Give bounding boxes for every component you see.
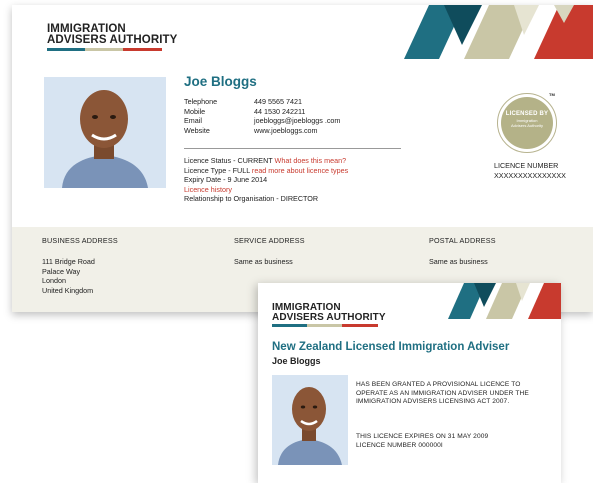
grant-line: HAS BEEN GRANTED A PROVISIONAL LICENCE T… [356, 381, 521, 388]
business-address-line: Palace Way [42, 266, 81, 276]
adviser-photo [44, 77, 166, 188]
licence-type: Licence Type - FULL [184, 165, 250, 175]
mobile-value: 44 1530 242211 [254, 106, 306, 116]
email-link[interactable]: joebloggs@joebloggs .com [254, 116, 340, 126]
business-address-lines: 111 Bridge Road Palace Way London United… [42, 257, 118, 295]
grant-line: IMMIGRATION ADVISERS LICENSING ACT 2007. [356, 398, 510, 406]
iaa-logo: IMMIGRATION ADVISERS AUTHORITY [47, 23, 178, 51]
cert-logo: IMMIGRATION ADVISERS AUTHORITY [272, 303, 386, 327]
cert-decorative-triangles [448, 283, 561, 319]
cert-logo-color-bar [272, 324, 378, 327]
business-address-line: London [42, 276, 66, 286]
grant-line: OPERATE AS AN IMMIGRATION ADVISER UNDER … [356, 389, 529, 397]
email-label: Email [184, 116, 202, 126]
seal-line-1: LICENSED BY [505, 111, 549, 117]
service-address-line: Same as business [234, 257, 293, 266]
contact-row-telephone: Telephone 449 5565 7421 [184, 97, 384, 107]
decorative-triangles [404, 5, 593, 59]
licence-number-block: LICENCE NUMBER XXXXXXXXXXXXXXX [494, 161, 566, 180]
licence-status-link[interactable]: What does this mean? [275, 156, 347, 165]
licensed-seal: LICENSED BY Immigration Advisers Authori… [501, 97, 553, 149]
grant-statement: HAS BEEN GRANTED A PROVISIONAL LICENCE T… [356, 381, 551, 407]
service-address-title: SERVICE ADDRESS [234, 236, 305, 245]
licence-number-label: LICENCE NUMBER [494, 161, 559, 170]
business-address-line: United Kingdom [42, 285, 94, 295]
postal-address-title: POSTAL ADDRESS [429, 236, 496, 245]
licence-status-row: Licence Status - CURRENT What does this … [184, 156, 404, 166]
contact-row-mobile: Mobile 44 1530 242211 [184, 107, 384, 117]
seal-line-3: Advisers Authority [510, 123, 543, 128]
mobile-label: Mobile [184, 106, 206, 116]
divider [184, 148, 401, 149]
contact-row-website: Website www.joebloggs.com [184, 126, 384, 136]
licence-type-link[interactable]: read more about licence types [252, 166, 348, 175]
licence-type-row: Licence Type - FULL read more about lice… [184, 166, 404, 176]
licence-number-value: XXXXXXXXXXXXXXX [494, 170, 566, 180]
contact-row-email: Email joebloggs@joebloggs .com [184, 116, 384, 126]
contact-details: Telephone 449 5565 7421 Mobile 44 1530 2… [184, 97, 384, 135]
certificate-expiry: THIS LICENCE EXPIRES ON 31 MAY 2009 [356, 433, 489, 440]
adviser-profile-card: IMMIGRATION ADVISERS AUTHORITY Joe Blogg… [12, 5, 593, 312]
certificate-number: LICENCE NUMBER 000000I [356, 441, 443, 449]
certificate-photo [272, 375, 348, 465]
adviser-name: Joe Bloggs [184, 74, 257, 89]
website-link[interactable]: www.joebloggs.com [254, 126, 318, 136]
licence-status: Licence Status - CURRENT [184, 156, 273, 165]
logo-line-2: ADVISERS AUTHORITY [47, 34, 178, 46]
relationship: Relationship to Organisation - DIRECTOR [184, 194, 319, 204]
seal-trademark: TM [549, 92, 555, 97]
certificate-holder-name: Joe Bloggs [272, 356, 321, 366]
logo-color-bar [47, 48, 162, 51]
service-address: SERVICE ADDRESS Same as business [234, 236, 305, 267]
business-address-title: BUSINESS ADDRESS [42, 236, 118, 245]
telephone-label: Telephone [184, 97, 218, 106]
business-address-line: 111 Bridge Road [42, 257, 95, 266]
certificate-title: New Zealand Licensed Immigration Adviser [272, 341, 510, 353]
licence-certificate: IMMIGRATION ADVISERS AUTHORITY New Zeala… [258, 283, 561, 483]
postal-address-line: Same as business [429, 257, 488, 266]
cert-logo-line-2: ADVISERS AUTHORITY [272, 311, 386, 323]
licence-details: Licence Status - CURRENT What does this … [184, 156, 404, 204]
business-address: BUSINESS ADDRESS 111 Bridge Road Palace … [42, 236, 118, 295]
licence-history-link[interactable]: Licence history [184, 185, 404, 195]
telephone-value: 449 5565 7421 [254, 97, 302, 106]
certificate-expiry-block: THIS LICENCE EXPIRES ON 31 MAY 2009 LICE… [356, 433, 551, 450]
postal-address: POSTAL ADDRESS Same as business [429, 236, 496, 267]
website-label: Website [184, 125, 210, 135]
expiry-date: Expiry Date - 9 June 2014 [184, 175, 268, 185]
